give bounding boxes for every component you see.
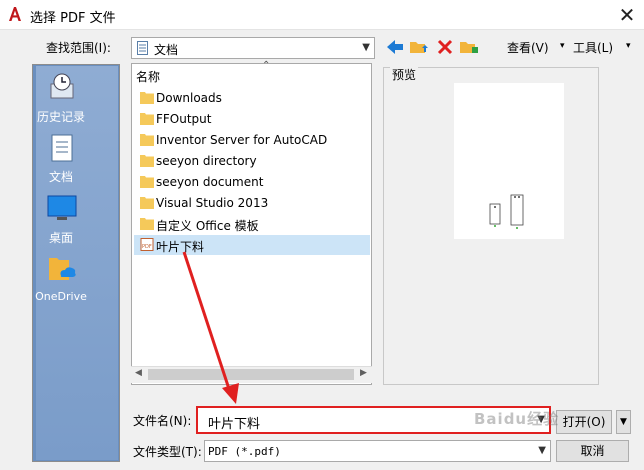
list-item[interactable]: Inventor Server for AutoCAD	[134, 130, 370, 150]
new-folder-icon[interactable]	[459, 37, 479, 57]
place-label-documents: 文档	[48, 170, 73, 184]
folder-icon	[140, 134, 154, 146]
preview-label: 预览	[390, 66, 419, 83]
document-folder-icon	[137, 41, 148, 55]
autocad-logo-icon	[9, 7, 21, 21]
back-arrow-icon[interactable]	[385, 37, 405, 57]
list-item[interactable]: seeyon directory	[134, 151, 370, 171]
onedrive-icon	[49, 258, 76, 280]
cancel-button[interactable]: 取消	[556, 440, 629, 462]
place-label-desktop: 桌面	[48, 231, 73, 245]
svg-text:PDF: PDF	[142, 244, 152, 250]
open-button[interactable]: 打开(O)	[556, 410, 612, 434]
list-item[interactable]: FFOutput	[134, 109, 370, 129]
folder-icon	[140, 176, 154, 188]
folder-icon	[140, 197, 154, 209]
folder-icon	[140, 92, 154, 104]
window-title: 选择 PDF 文件	[30, 11, 116, 26]
desktop-icon	[47, 195, 77, 220]
list-item-selected[interactable]: PDF 叶片下料	[134, 235, 370, 255]
folder-icon	[140, 218, 154, 230]
filename-value: 叶片下料	[208, 417, 261, 432]
place-label-onedrive: OneDrive	[35, 290, 87, 303]
filetype-value: PDF (*.pdf)	[208, 445, 281, 458]
folder-icon	[140, 113, 154, 125]
look-in-label: 查找范围(I):	[46, 41, 111, 55]
chevron-down-icon[interactable]: ▼	[538, 445, 546, 456]
watermark: Baidu经验	[474, 410, 560, 428]
close-button[interactable]: ✕	[614, 2, 640, 28]
scrollbar-thumb[interactable]	[148, 369, 354, 380]
documents-icon	[51, 134, 73, 162]
drawing-preview-icon	[489, 194, 524, 229]
scroll-left-icon[interactable]: ◀	[135, 368, 142, 378]
view-menu-arrow-icon[interactable]: ▾	[560, 41, 565, 51]
view-menu[interactable]: 查看(V)	[507, 39, 549, 56]
preview-thumbnail	[454, 83, 564, 239]
up-folder-icon[interactable]	[409, 37, 429, 57]
list-item[interactable]: seeyon document	[134, 172, 370, 192]
history-icon	[50, 73, 74, 99]
place-label-history: 历史记录	[36, 110, 85, 124]
tools-menu-arrow-icon[interactable]: ▾	[626, 41, 631, 51]
scroll-right-icon[interactable]: ▶	[360, 368, 367, 378]
column-header-name[interactable]: 名称	[136, 68, 160, 85]
list-item[interactable]: Downloads	[134, 88, 370, 108]
folder-icon	[140, 155, 154, 167]
list-item[interactable]: 自定义 Office 模板	[134, 214, 370, 234]
tools-menu[interactable]: 工具(L)	[573, 39, 613, 56]
filetype-label: 文件类型(T):	[133, 445, 202, 459]
open-dropdown-button[interactable]: ▼	[616, 410, 631, 434]
delete-icon[interactable]	[435, 37, 455, 57]
filetype-select[interactable]: PDF (*.pdf) ▼	[204, 440, 551, 462]
sort-caret-icon: ⌃	[262, 60, 271, 71]
look-in-combo[interactable]: 文档 ▼	[131, 37, 375, 59]
chevron-down-icon: ▼	[362, 42, 370, 53]
pdf-file-icon: PDF	[140, 238, 154, 251]
look-in-value: 文档	[154, 43, 179, 57]
list-item[interactable]: Visual Studio 2013	[134, 193, 370, 213]
filename-label: 文件名(N):	[133, 414, 192, 428]
